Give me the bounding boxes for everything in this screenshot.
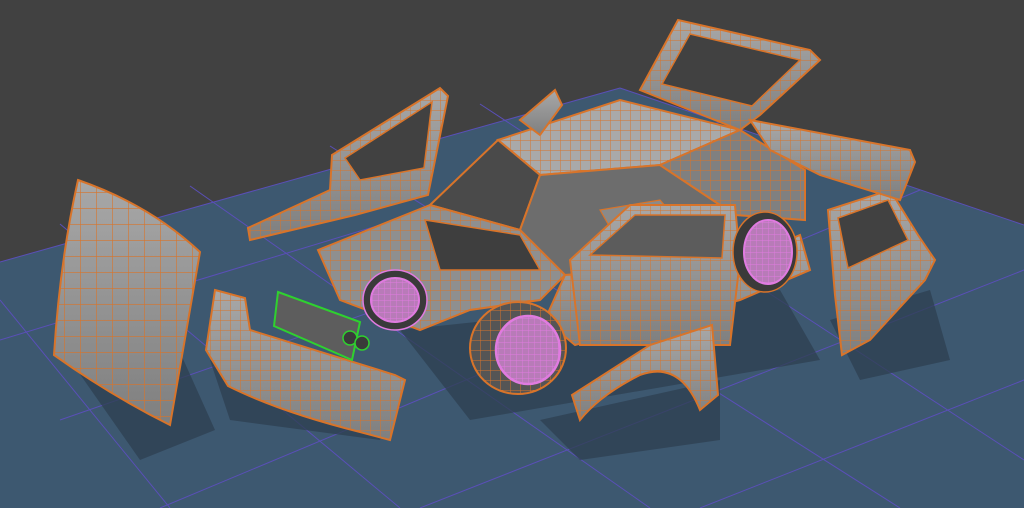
3d-viewport[interactable]	[0, 0, 1024, 508]
wheel-front-left[interactable]	[362, 269, 428, 331]
wheel-front-right[interactable]	[469, 301, 567, 395]
headlight-icon	[354, 335, 370, 351]
wheel-rear[interactable]	[732, 211, 798, 293]
viewport-canvas[interactable]	[0, 0, 1024, 508]
